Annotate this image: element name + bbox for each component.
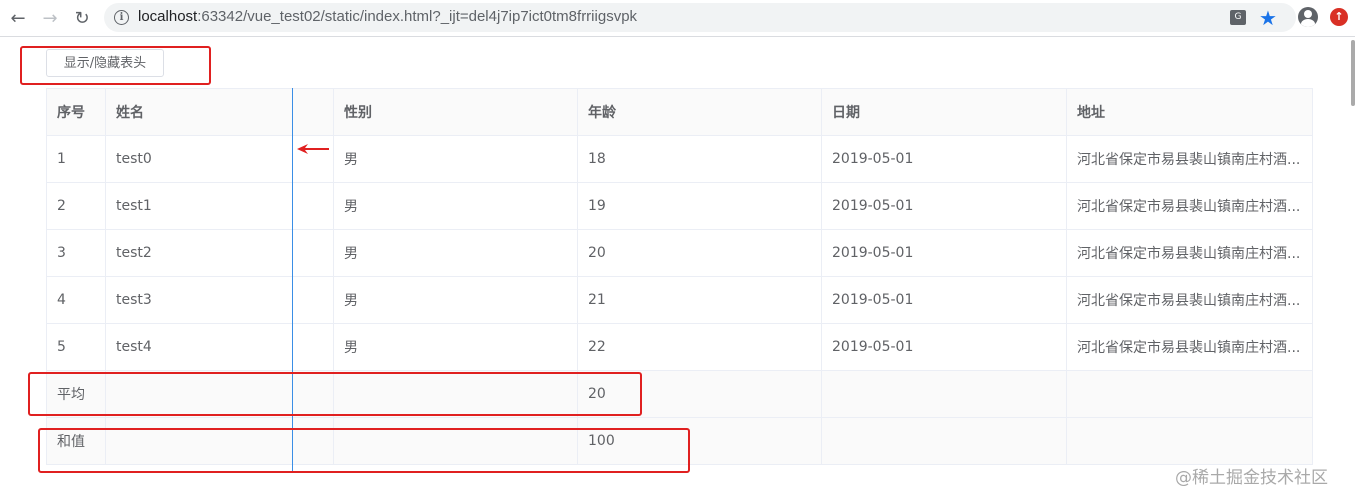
table-row[interactable]: 1 test0 男 18 2019-05-01 河北省保定市易县裴山镇南庄村酒.…: [46, 135, 1313, 183]
cell-age: 19: [577, 182, 822, 230]
summary-cell: [1066, 370, 1313, 418]
star-icon[interactable]: ★: [1259, 6, 1277, 30]
cell-name: test4: [105, 323, 334, 371]
header-cell-index[interactable]: 序号: [46, 88, 106, 136]
header-cell-gender[interactable]: 性别: [333, 88, 578, 136]
annotation-box-sum: [38, 428, 690, 473]
cell-gender: 男: [333, 276, 578, 324]
forward-icon[interactable]: →: [36, 4, 64, 32]
cell-address: 河北省保定市易县裴山镇南庄村酒...: [1066, 182, 1313, 230]
cell-address: 河北省保定市易县裴山镇南庄村酒...: [1066, 323, 1313, 371]
cell-address: 河北省保定市易县裴山镇南庄村酒...: [1066, 135, 1313, 183]
cell-date: 2019-05-01: [821, 229, 1067, 277]
table-row[interactable]: 4 test3 男 21 2019-05-01 河北省保定市易县裴山镇南庄村酒.…: [46, 276, 1313, 324]
cell-name: test1: [105, 182, 334, 230]
summary-cell: [821, 417, 1067, 465]
annotation-box-toggle: [20, 46, 211, 85]
table-row[interactable]: 2 test1 男 19 2019-05-01 河北省保定市易县裴山镇南庄村酒.…: [46, 182, 1313, 230]
info-icon[interactable]: i: [114, 10, 129, 25]
cell-age: 21: [577, 276, 822, 324]
table-row[interactable]: 3 test2 男 20 2019-05-01 河北省保定市易县裴山镇南庄村酒.…: [46, 229, 1313, 277]
red-arrow-icon: [297, 144, 329, 154]
browser-toolbar: ← → ↻ i localhost:63342/vue_test02/stati…: [0, 0, 1355, 37]
cell-address: 河北省保定市易县裴山镇南庄村酒...: [1066, 229, 1313, 277]
summary-cell: [1066, 417, 1313, 465]
cell-name: test3: [105, 276, 334, 324]
header-cell-date[interactable]: 日期: [821, 88, 1067, 136]
translate-icon[interactable]: G: [1230, 10, 1246, 25]
table-header-row: 序号 姓名 性别 年龄 日期 地址: [46, 88, 1313, 136]
cell-date: 2019-05-01: [821, 276, 1067, 324]
cell-name: test2: [105, 229, 334, 277]
cell-age: 20: [577, 229, 822, 277]
profile-icon[interactable]: [1298, 7, 1318, 27]
header-cell-name[interactable]: 姓名: [105, 88, 334, 136]
cell-gender: 男: [333, 229, 578, 277]
watermark-text: @稀土掘金技术社区: [1175, 468, 1328, 488]
cell-gender: 男: [333, 182, 578, 230]
header-cell-age[interactable]: 年龄: [577, 88, 822, 136]
cell-date: 2019-05-01: [821, 135, 1067, 183]
cell-index: 1: [46, 135, 106, 183]
cell-index: 3: [46, 229, 106, 277]
cell-date: 2019-05-01: [821, 323, 1067, 371]
cell-index: 4: [46, 276, 106, 324]
table-row[interactable]: 5 test4 男 22 2019-05-01 河北省保定市易县裴山镇南庄村酒.…: [46, 323, 1313, 371]
cell-index: 2: [46, 182, 106, 230]
url-path: :63342/vue_test02/static/index.html?_ijt…: [197, 8, 638, 25]
cell-address: 河北省保定市易县裴山镇南庄村酒...: [1066, 276, 1313, 324]
summary-cell: [821, 370, 1067, 418]
reload-icon[interactable]: ↻: [68, 4, 96, 32]
cell-gender: 男: [333, 135, 578, 183]
cell-gender: 男: [333, 323, 578, 371]
back-icon[interactable]: ←: [4, 4, 32, 32]
update-icon[interactable]: ↑: [1330, 8, 1348, 26]
cell-age: 18: [577, 135, 822, 183]
annotation-box-average: [28, 372, 642, 416]
cell-date: 2019-05-01: [821, 182, 1067, 230]
header-cell-address[interactable]: 地址: [1066, 88, 1313, 136]
cell-index: 5: [46, 323, 106, 371]
cell-age: 22: [577, 323, 822, 371]
page-scrollbar[interactable]: [1351, 40, 1355, 106]
url-host: localhost: [138, 8, 198, 25]
address-bar[interactable]: i localhost:63342/vue_test02/static/inde…: [104, 3, 1296, 32]
url-text[interactable]: localhost:63342/vue_test02/static/index.…: [138, 8, 637, 25]
